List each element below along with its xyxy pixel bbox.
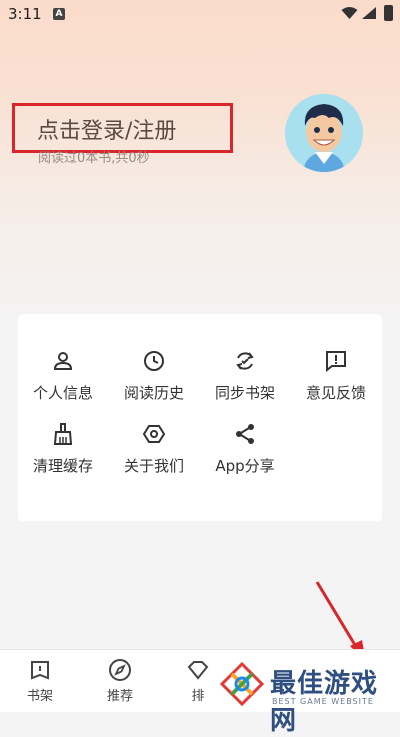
signal-icon bbox=[362, 7, 376, 19]
menu-card: 个人信息 阅读历史 同步书架 意见反馈 清理缓存 关于我们 App分享 bbox=[18, 314, 382, 521]
compass-icon bbox=[109, 659, 131, 681]
menu-item-app-share[interactable]: App分享 bbox=[205, 422, 285, 476]
clock-icon bbox=[144, 351, 164, 371]
menu-item-label: 同步书架 bbox=[214, 384, 275, 402]
status-bar: 3:11 A bbox=[0, 0, 400, 28]
menu-item-personal-info[interactable]: 个人信息 bbox=[23, 349, 103, 403]
broom-icon bbox=[53, 423, 73, 445]
share-icon bbox=[236, 424, 254, 444]
status-time: 3:11 bbox=[8, 5, 42, 23]
bookshelf-icon bbox=[31, 661, 49, 680]
menu-item-about-us[interactable]: 关于我们 bbox=[114, 422, 194, 476]
nav-item-label: 书架 bbox=[26, 689, 53, 704]
reading-summary: 阅读过0本书,共0秒 bbox=[38, 151, 150, 166]
avatar[interactable] bbox=[285, 94, 363, 172]
cartoon-boy-avatar-icon bbox=[285, 94, 363, 172]
menu-item-clear-cache[interactable]: 清理缓存 bbox=[23, 422, 103, 476]
nav-item-recommend[interactable]: 推荐 bbox=[90, 658, 150, 704]
nav-item-label: 推荐 bbox=[106, 689, 133, 704]
menu-item-sync-shelf[interactable]: 同步书架 bbox=[205, 349, 285, 403]
menu-item-label: 个人信息 bbox=[32, 384, 93, 402]
site-watermark: 最佳游戏网 BEST GAME WEBSITE bbox=[212, 657, 400, 736]
menu-item-label: 关于我们 bbox=[123, 457, 184, 475]
feedback-icon bbox=[326, 351, 346, 373]
menu-item-label: 意见反馈 bbox=[305, 384, 366, 402]
nav-item-bookshelf[interactable]: 书架 bbox=[10, 658, 70, 704]
menu-item-label: App分享 bbox=[215, 457, 275, 475]
menu-item-label: 阅读历史 bbox=[123, 384, 184, 402]
notification-badge: A bbox=[53, 8, 65, 20]
ranking-icon bbox=[187, 661, 209, 680]
watermark-logo-icon bbox=[219, 661, 265, 707]
menu-item-feedback[interactable]: 意见反馈 bbox=[296, 349, 376, 403]
wifi-icon bbox=[341, 7, 358, 19]
hexagon-icon bbox=[142, 425, 166, 443]
menu-item-label: 清理缓存 bbox=[32, 457, 93, 475]
login-register-link[interactable]: 点击登录/注册 bbox=[37, 113, 176, 145]
battery-icon bbox=[384, 5, 393, 21]
menu-item-reading-history[interactable]: 阅读历史 bbox=[114, 349, 194, 403]
sync-icon bbox=[236, 352, 254, 370]
watermark-subtitle: BEST GAME WEBSITE bbox=[272, 697, 374, 706]
person-icon bbox=[53, 352, 73, 370]
